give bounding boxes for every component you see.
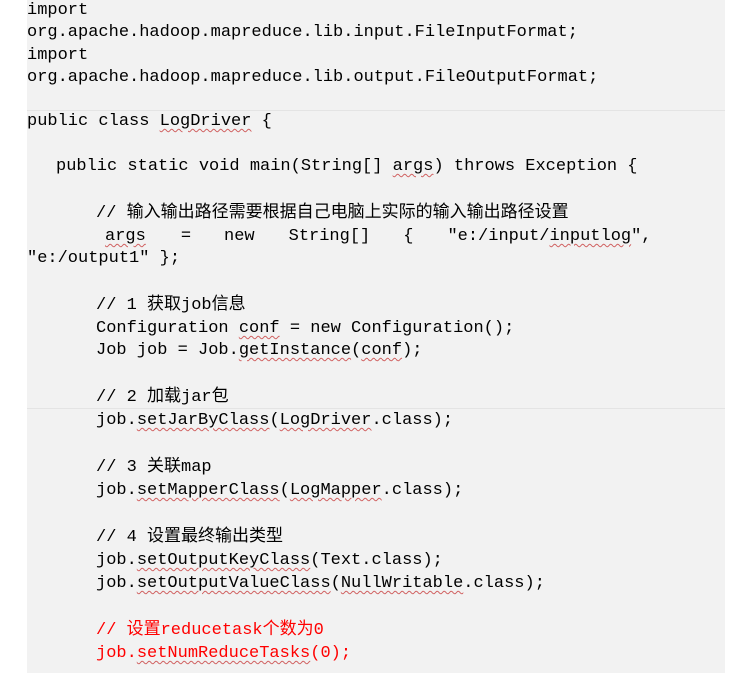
set-output-value-class-line: job.setOutputValueClass(NullWritable.cla… bbox=[96, 573, 545, 595]
set-mapper-class-line: job.setMapperClass(LogMapper.class); bbox=[96, 480, 463, 502]
set-output-key-class-line: job.setOutputKeyClass(Text.class); bbox=[96, 550, 443, 572]
new-keyword: new bbox=[224, 227, 255, 246]
comment-step-2: // 2 加载jar包 bbox=[96, 388, 229, 407]
comment-step-4: // 4 设置最终输出类型 bbox=[96, 528, 284, 547]
args-variable: args bbox=[105, 227, 146, 246]
output-path-line: "e:/output1" }; bbox=[27, 249, 181, 268]
set-jar-by-class-method: setJarByClass bbox=[136, 411, 270, 430]
class-declaration: public class LogDriver { bbox=[27, 111, 272, 133]
main-suffix: ) throws Exception { bbox=[433, 157, 638, 176]
main-method-declaration: public static void main(String[] args) t… bbox=[56, 156, 638, 178]
import-file-output-format: org.apache.hadoop.mapreduce.lib.output.F… bbox=[27, 68, 599, 87]
job-prefix: job. bbox=[96, 644, 137, 663]
open-paren: ( bbox=[269, 411, 280, 430]
log-driver-arg: LogDriver bbox=[279, 411, 372, 430]
set-output-value-class-method: setOutputValueClass bbox=[136, 574, 331, 593]
configuration-type: Configuration bbox=[96, 319, 239, 338]
configuration-init: = new Configuration(); bbox=[279, 319, 515, 338]
code-document: import org.apache.hadoop.mapreduce.lib.i… bbox=[27, 0, 725, 673]
conf-argument: conf bbox=[361, 341, 403, 360]
equals-sign: = bbox=[180, 227, 192, 246]
string-array-type: String[] bbox=[288, 227, 371, 246]
class-prefix: public class bbox=[27, 112, 160, 131]
job-instance-line: Job job = Job.getInstance(conf); bbox=[96, 340, 422, 362]
main-prefix: public static void main(String[] bbox=[56, 157, 393, 176]
set-output-key-class-method: setOutputKeyClass bbox=[136, 551, 311, 570]
import-keyword: import bbox=[27, 1, 89, 20]
zero-arg: (0); bbox=[310, 644, 352, 663]
configuration-line: Configuration conf = new Configuration()… bbox=[96, 318, 514, 340]
class-name: LogDriver bbox=[159, 112, 252, 131]
job-prefix: job. bbox=[96, 481, 137, 500]
input-path-open: "e:/input/ bbox=[447, 227, 550, 246]
job-prefix: job. bbox=[96, 551, 137, 570]
close-paren: ); bbox=[402, 341, 423, 360]
set-num-reduce-tasks-method: setNumReduceTasks bbox=[136, 644, 311, 663]
open-paren: ( bbox=[351, 341, 362, 360]
import-keyword: import bbox=[27, 46, 89, 65]
comment-step-5: // 设置reducetask个数为0 bbox=[96, 621, 324, 640]
open-paren: ( bbox=[330, 574, 341, 593]
text-class-arg: (Text.class); bbox=[310, 551, 443, 570]
comment-step-1: // 1 获取job信息 bbox=[96, 296, 246, 315]
class-close: .class); bbox=[371, 411, 454, 430]
args-assignment-line: args = new String[] { "e:/input/inputlog", bbox=[105, 226, 652, 248]
input-path-word: inputlog bbox=[549, 227, 632, 246]
import-file-input-format: org.apache.hadoop.mapreduce.lib.input.Fi… bbox=[27, 23, 578, 42]
set-jar-by-class-line: job.setJarByClass(LogDriver.class); bbox=[96, 410, 453, 432]
main-args-param: args bbox=[392, 157, 434, 176]
comment-io-path: // 输入输出路径需要根据自己电脑上实际的输入输出路径设置 bbox=[96, 204, 569, 223]
job-prefix: job. bbox=[96, 574, 137, 593]
class-close: .class); bbox=[463, 574, 545, 593]
open-brace: { bbox=[403, 227, 414, 246]
set-mapper-class-method: setMapperClass bbox=[136, 481, 280, 500]
comment-step-3: // 3 关联map bbox=[96, 458, 212, 477]
null-writable-arg: NullWritable bbox=[340, 574, 464, 593]
set-num-reduce-tasks-line: job.setNumReduceTasks(0); bbox=[96, 643, 351, 665]
log-mapper-arg: LogMapper bbox=[289, 481, 382, 500]
job-prefix: Job job = Job. bbox=[96, 341, 239, 360]
conf-variable: conf bbox=[238, 319, 280, 338]
class-suffix: { bbox=[251, 112, 272, 131]
open-paren: ( bbox=[279, 481, 290, 500]
get-instance-method: getInstance bbox=[238, 341, 352, 360]
input-path-close: ", bbox=[631, 227, 652, 246]
job-prefix: job. bbox=[96, 411, 137, 430]
class-close: .class); bbox=[381, 481, 464, 500]
